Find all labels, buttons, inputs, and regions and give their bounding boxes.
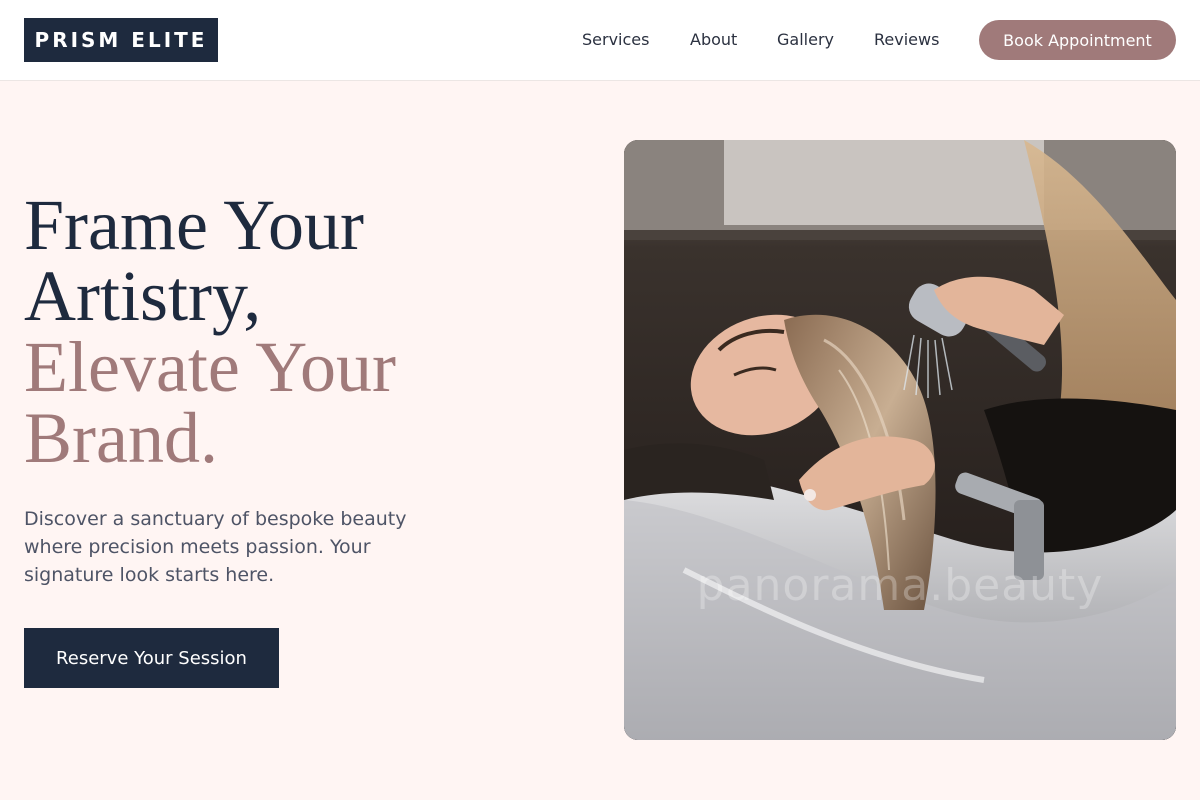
nav-link-reviews[interactable]: Reviews: [874, 29, 939, 51]
site-header: PRISM ELITE Services About Gallery Revie…: [0, 0, 1200, 81]
salon-photo-illustration: [624, 140, 1176, 740]
brand-logo[interactable]: PRISM ELITE: [24, 18, 218, 62]
book-appointment-button[interactable]: Book Appointment: [979, 20, 1176, 60]
hero-title-line-2: Artistry,: [24, 256, 262, 336]
nav-link-gallery[interactable]: Gallery: [777, 29, 834, 51]
hero-title: Frame Your Artistry, Elevate Your Brand.: [24, 185, 544, 478]
hero-title-line-4: Brand.: [24, 398, 218, 478]
hero-description: Discover a sanctuary of bespoke beauty w…: [24, 508, 407, 586]
hero-salon-image: panorama.beauty: [624, 140, 1176, 740]
nav-link-services[interactable]: Services: [582, 29, 649, 51]
hero-title-line-1: Frame Your: [24, 185, 365, 265]
hero-title-line-3: Elevate Your: [24, 327, 396, 407]
reserve-session-button[interactable]: Reserve Your Session: [24, 628, 279, 688]
nav-link-about[interactable]: About: [690, 29, 737, 51]
image-watermark: panorama.beauty: [696, 560, 1104, 611]
